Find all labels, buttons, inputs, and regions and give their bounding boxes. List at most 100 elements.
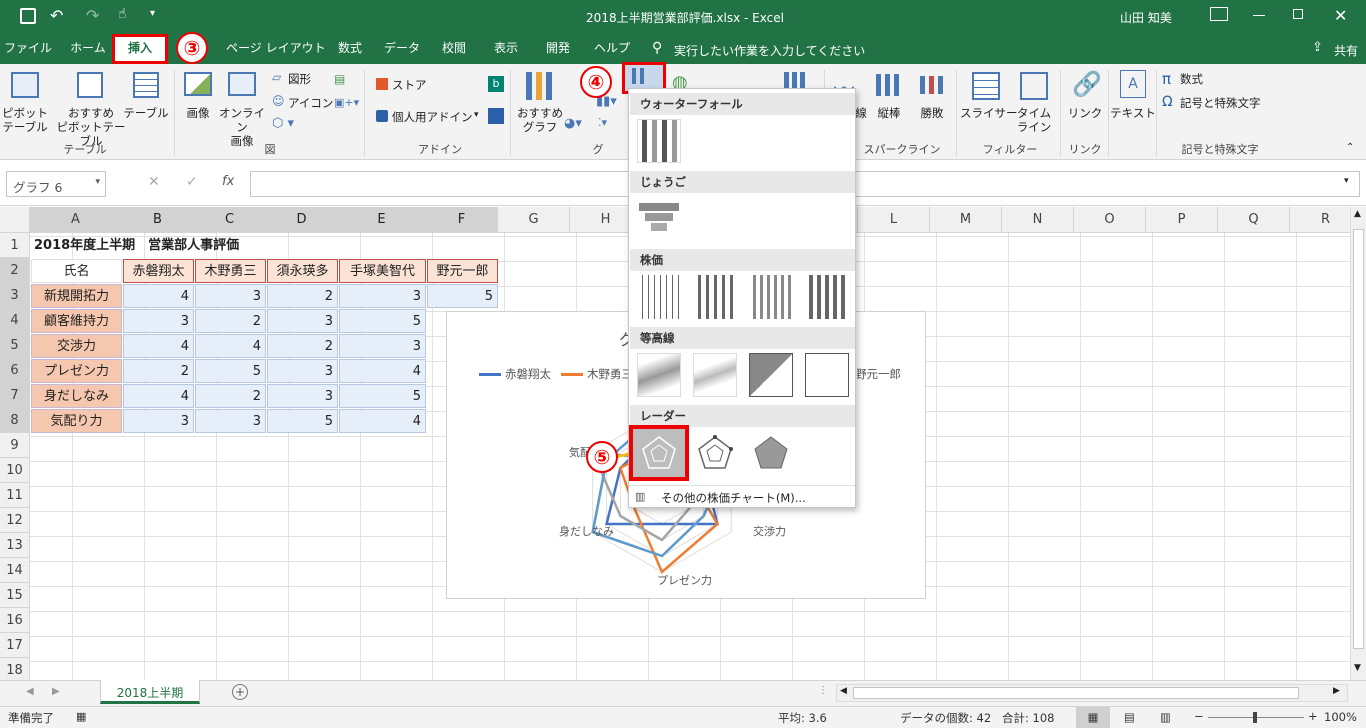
cell-value[interactable]: 5 — [427, 284, 498, 308]
cell-label-2[interactable]: 交渉力 — [31, 334, 122, 358]
cell-header-5[interactable]: 野元一郎 — [427, 259, 498, 283]
column-header-o[interactable]: O — [1074, 207, 1146, 233]
scroll-down-icon[interactable]: ▼ — [1354, 663, 1361, 673]
user-name[interactable]: 山田 知美 — [1120, 9, 1172, 26]
sparkline-column-button[interactable]: 縦棒 — [872, 106, 906, 120]
column-header-c[interactable]: C — [194, 207, 266, 233]
column-header-m[interactable]: M — [930, 207, 1002, 233]
name-box[interactable]: グラフ 6 ▾ — [6, 171, 106, 197]
cell-value[interactable]: 3 — [339, 284, 426, 308]
surface-option-2[interactable] — [693, 353, 737, 397]
tab-help[interactable]: ヘルプ — [588, 34, 636, 64]
column-header-e[interactable]: E — [338, 207, 426, 233]
cell-label-1[interactable]: 顧客維持力 — [31, 309, 122, 333]
vertical-scrollbar[interactable]: ▲ ▼ — [1350, 207, 1366, 680]
column-header-a[interactable]: A — [30, 207, 122, 233]
tab-home[interactable]: ホーム — [62, 34, 114, 64]
cell-label-4[interactable]: 身だしなみ — [31, 384, 122, 408]
stock-option-2[interactable] — [693, 275, 737, 319]
symbol-button[interactable]: 記号と特殊文字 — [1180, 96, 1261, 110]
row-header-17[interactable]: 17 — [0, 633, 30, 658]
row-header-3[interactable]: 3 — [0, 283, 30, 308]
touch-mode-icon[interactable]: ☝ — [118, 6, 127, 22]
page-break-view-icon[interactable]: ▥ — [1160, 710, 1171, 724]
status-average[interactable]: 平均: 3.6 — [778, 710, 827, 726]
column-header-b[interactable]: B — [122, 207, 194, 233]
cell-value[interactable]: 4 — [123, 284, 194, 308]
status-sum[interactable]: 合計: 108 — [1002, 710, 1054, 726]
people-graph-icon[interactable] — [488, 108, 504, 124]
row-header-11[interactable]: 11 — [0, 483, 30, 508]
column-header-f[interactable]: F — [426, 207, 498, 233]
store-button[interactable]: ストア — [392, 78, 427, 92]
tab-insert[interactable]: 挿入 — [112, 34, 168, 64]
macro-record-icon[interactable]: ▦ — [76, 710, 86, 723]
minimize-icon[interactable] — [1253, 15, 1265, 16]
link-button[interactable]: リンク — [1066, 106, 1104, 120]
row-header-12[interactable]: 12 — [0, 508, 30, 533]
waterfall-option[interactable] — [637, 119, 681, 163]
cell-label-5[interactable]: 気配り力 — [31, 409, 122, 433]
table-button[interactable]: テーブル — [122, 106, 170, 120]
row-header-16[interactable]: 16 — [0, 608, 30, 633]
cell-value[interactable]: 2 — [123, 359, 194, 383]
dropdown-arrow-icon[interactable]: ▾ — [474, 110, 479, 120]
normal-view-icon[interactable]: ▦ — [1076, 707, 1110, 728]
row-header-10[interactable]: 10 — [0, 458, 30, 483]
cell-value[interactable]: 5 — [339, 384, 426, 408]
tab-review[interactable]: 校閲 — [434, 34, 474, 64]
stock-option-1[interactable] — [637, 275, 681, 319]
cell-value[interactable]: 3 — [195, 409, 266, 433]
share-button[interactable]: 共有 — [1334, 42, 1358, 59]
row-header-14[interactable]: 14 — [0, 558, 30, 583]
cell-value[interactable]: 3 — [123, 409, 194, 433]
cell-value[interactable]: 3 — [339, 334, 426, 358]
scroll-right-icon[interactable]: ▶ — [1333, 686, 1340, 696]
select-all-corner[interactable] — [0, 207, 30, 233]
cell-header-1[interactable]: 赤磐翔太 — [123, 259, 194, 283]
tab-split-handle[interactable]: ⋮ — [818, 685, 828, 696]
winloss-button[interactable]: 勝敗 — [914, 106, 950, 120]
screenshot-icon[interactable]: ▣+▾ — [334, 96, 359, 109]
cell-value[interactable]: 3 — [267, 359, 338, 383]
redo-icon[interactable]: ↷ — [86, 6, 99, 25]
row-header-6[interactable]: 6 — [0, 358, 30, 383]
tab-view[interactable]: 表示 — [486, 34, 526, 64]
zoom-level[interactable]: 100% — [1324, 710, 1357, 724]
zoom-out-icon[interactable]: − — [1194, 709, 1204, 723]
horizontal-scrollbar[interactable]: ◀ ▶ — [836, 684, 1348, 702]
cell-header-name[interactable]: 氏名 — [31, 259, 122, 283]
cell-label-3[interactable]: プレゼン力 — [31, 359, 122, 383]
add-sheet-icon[interactable]: + — [232, 684, 248, 700]
tab-data[interactable]: データ — [380, 34, 424, 64]
pie-chart-icon[interactable]: ◕▾ — [564, 116, 582, 131]
tell-me-input[interactable]: 実行したい作業を入力してください — [674, 42, 865, 59]
row-header-2[interactable]: 2 — [0, 258, 30, 283]
page-layout-view-icon[interactable]: ▤ — [1124, 710, 1135, 724]
surface-option-3[interactable] — [749, 353, 793, 397]
next-sheet-icon[interactable]: ▶ — [52, 686, 60, 697]
cell-value[interactable]: 3 — [267, 384, 338, 408]
status-count[interactable]: データの個数: 42 — [900, 710, 991, 726]
tab-file[interactable]: ファイル — [4, 34, 52, 64]
cell-value[interactable]: 5 — [195, 359, 266, 383]
scatter-chart-icon[interactable]: ⁚▾ — [598, 116, 607, 129]
undo-icon[interactable]: ↶ — [50, 6, 63, 25]
customize-qat-icon[interactable]: ▾ — [150, 8, 155, 19]
icons-button[interactable]: アイコン — [288, 96, 333, 110]
cell-header-2[interactable]: 木野勇三 — [195, 259, 266, 283]
cell-value[interactable]: 5 — [339, 309, 426, 333]
stock-option-4[interactable] — [805, 275, 849, 319]
row-header-9[interactable]: 9 — [0, 433, 30, 458]
image-button[interactable]: 画像 — [178, 106, 218, 120]
filled-radar-option[interactable] — [753, 435, 789, 471]
cell-value[interactable]: 4 — [339, 359, 426, 383]
column-header-d[interactable]: D — [266, 207, 338, 233]
timeline-button[interactable]: タイム ライン — [1014, 106, 1054, 134]
slicer-button[interactable]: スライサー — [960, 106, 1018, 120]
horizontal-scroll-thumb[interactable] — [853, 687, 1299, 699]
sheet-tab-active[interactable]: 2018上半期 — [100, 680, 200, 704]
surface-option-1[interactable] — [637, 353, 681, 397]
cancel-icon[interactable]: ✕ — [148, 174, 160, 190]
cell-value[interactable]: 2 — [195, 384, 266, 408]
